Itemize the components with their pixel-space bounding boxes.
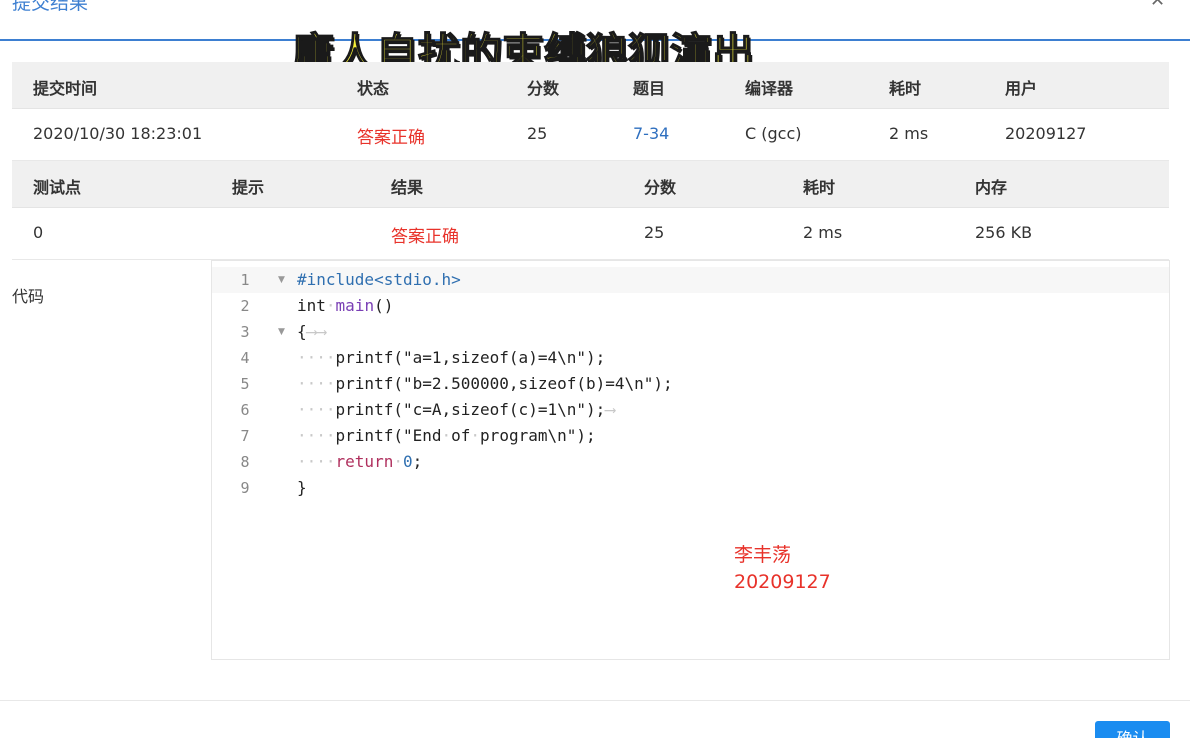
col-hint: 提示 <box>232 178 265 197</box>
user-value: 20209127 <box>1005 124 1087 143</box>
code-line: 8 ····return·0; <box>212 449 1169 475</box>
code-line: 3 ▼ {⟶⟶ <box>212 319 1169 345</box>
table-row: 2020/10/30 18:23:01 答案正确 25 7-34 C (gcc)… <box>12 109 1169 161</box>
code-line: 1 ▼ #include<stdio.h> <box>212 267 1169 293</box>
col-elapsed: 耗时 <box>889 79 922 98</box>
line-number: 4 <box>240 349 250 367</box>
status-badge: 答案正确 <box>357 128 425 148</box>
elapsed-value: 2 ms <box>889 124 929 143</box>
col-score: 分数 <box>527 79 560 98</box>
watermark-name: 李丰荡 <box>734 544 792 566</box>
col-memory: 内存 <box>975 178 1008 197</box>
code-editor[interactable]: 1 ▼ #include<stdio.h> 2 int·main() 3 ▼ {… <box>211 260 1170 660</box>
col-testcase: 测试点 <box>33 178 82 197</box>
code-text: #include<stdio.h> <box>297 270 461 289</box>
col-user: 用户 <box>1005 79 1038 98</box>
col-compiler: 编译器 <box>745 79 794 98</box>
line-number: 2 <box>240 297 250 315</box>
code-text: int·main() <box>297 296 394 315</box>
testcase-memory: 256 KB <box>975 223 1033 242</box>
footer-divider <box>0 700 1190 701</box>
line-number: 7 <box>240 427 250 445</box>
confirm-button[interactable]: 确认 <box>1095 721 1170 738</box>
code-line: 4 ····printf("a=1,sizeof(a)=4\n"); <box>212 345 1169 371</box>
dialog-title: 提交结果 <box>12 0 89 14</box>
status-badge: 答案正确 <box>391 227 459 247</box>
col-status: 状态 <box>357 79 390 98</box>
line-number: 9 <box>240 479 250 497</box>
col-problem: 题目 <box>633 79 666 98</box>
fold-arrow-icon[interactable]: ▼ <box>278 267 285 293</box>
col-result: 结果 <box>391 178 424 197</box>
code-line: 9 } <box>212 475 1169 501</box>
col-score: 分数 <box>644 178 677 197</box>
code-text: ····printf("End·of·program\n"); <box>297 426 596 445</box>
close-icon[interactable]: ✕ <box>1150 0 1165 10</box>
table-row: 0 答案正确 25 2 ms 256 KB <box>12 208 1169 260</box>
compiler-value: C (gcc) <box>745 124 802 143</box>
testcase-elapsed: 2 ms <box>803 223 843 242</box>
col-submit-time: 提交时间 <box>33 79 98 98</box>
code-text: ····printf("c=A,sizeof(c)=1\n");⟶ <box>297 400 615 419</box>
testcase-table-header: 测试点 提示 结果 分数 耗时 内存 <box>12 161 1169 208</box>
code-line: 2 int·main() <box>212 293 1169 319</box>
fold-arrow-icon[interactable]: ▼ <box>278 319 285 345</box>
code-text: {⟶⟶ <box>297 322 326 341</box>
problem-link[interactable]: 7-34 <box>633 124 669 143</box>
score-value: 25 <box>527 124 548 143</box>
code-line: 7 ····printf("End·of·program\n"); <box>212 423 1169 449</box>
line-number: 5 <box>240 375 250 393</box>
testcase-score: 25 <box>644 223 665 242</box>
code-line: 5 ····printf("b=2.500000,sizeof(b)=4\n")… <box>212 371 1169 397</box>
code-text: ····printf("a=1,sizeof(a)=4\n"); <box>297 348 606 367</box>
line-number: 3 <box>240 323 250 341</box>
line-number: 6 <box>240 401 250 419</box>
submission-table-header: 提交时间 状态 分数 题目 编译器 耗时 用户 <box>12 62 1169 109</box>
line-number: 1 <box>240 271 250 289</box>
testcase-id: 0 <box>33 223 44 242</box>
code-label: 代码 <box>12 287 45 306</box>
watermark-id: 20209127 <box>734 571 831 593</box>
code-text: ····return·0; <box>297 452 423 471</box>
line-number: 8 <box>240 453 250 471</box>
code-text: } <box>297 478 307 497</box>
code-line: 6 ····printf("c=A,sizeof(c)=1\n");⟶ <box>212 397 1169 423</box>
code-text: ····printf("b=2.500000,sizeof(b)=4\n"); <box>297 374 673 393</box>
watermark: 李丰荡 20209127 <box>734 542 831 596</box>
submit-time: 2020/10/30 18:23:01 <box>33 124 203 143</box>
col-elapsed: 耗时 <box>803 178 836 197</box>
